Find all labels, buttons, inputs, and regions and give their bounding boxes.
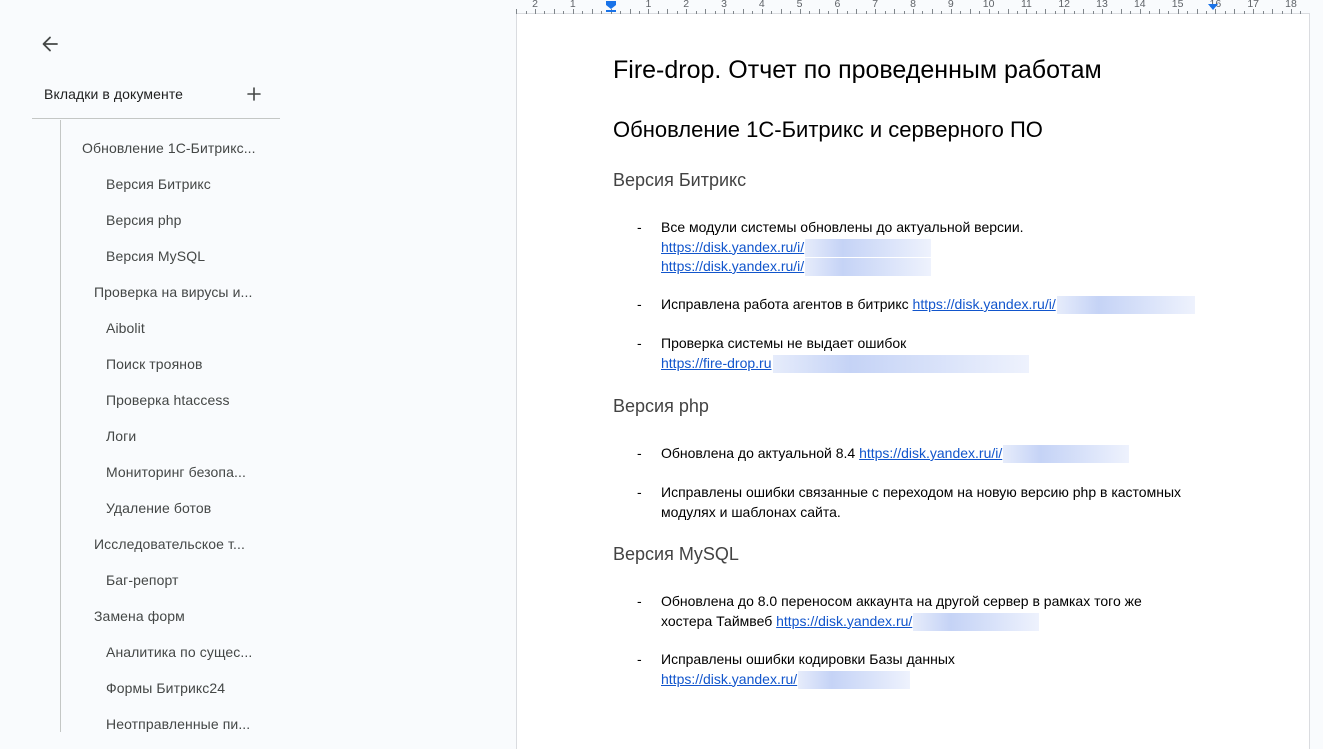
list-item-line: Исправлена работа агентов в битрикс (661, 296, 913, 312)
bullet-dash: - (637, 484, 642, 500)
plus-icon (247, 87, 261, 101)
heading-1: Обновление 1С-Битрикс и серверного ПО (613, 117, 1043, 142)
list-item-text: Обновлена до актуальной 8.4 https://disk… (661, 444, 1213, 464)
outline-item[interactable]: Неотправленные пи... (106, 706, 276, 742)
ruler-scale: 21123456789101112131415161718 (516, 0, 1310, 14)
bullet-dash: - (637, 219, 642, 235)
left-indent-marker-icon[interactable] (605, 0, 617, 12)
arrow-back-icon (42, 36, 58, 52)
outline-item[interactable]: Формы Битрикс24 (106, 670, 276, 706)
list-item-text: Обновлена до 8.0 переносом аккаунта на д… (661, 592, 1213, 631)
redacted-block (772, 354, 1029, 373)
sidebar-title: Вкладки в документе (44, 86, 184, 102)
bullet-dash: - (637, 593, 642, 609)
list-item-line: Все модули системы обновлены до актуальн… (661, 219, 1024, 235)
list-item-line-text: хостера Таймвеб (661, 612, 777, 629)
bullet-dash: - (637, 445, 642, 461)
list-item-line: Обновлена до 8.0 переносом аккаунта на д… (661, 593, 1142, 609)
redacted-block (805, 258, 932, 277)
list-item-text: Исправлена работа агентов в битрикс http… (661, 295, 1213, 315)
outline-item[interactable]: Версия Битрикс (106, 166, 276, 202)
right-gutter (1310, 0, 1323, 749)
list-item-line: https://fire-drop.ru (661, 354, 1213, 374)
outline-item[interactable]: Обновление 1С-Битрикс... (82, 130, 272, 166)
right-indent-marker-icon[interactable] (1207, 0, 1219, 12)
outline-item[interactable]: Версия php (106, 202, 276, 238)
heading-version-bitrix: Версия Битрикс (613, 170, 747, 190)
redacted-block (1003, 445, 1130, 464)
list-item-line: Обновлена до актуальной 8.4 (661, 445, 860, 461)
outline-item[interactable]: Аналитика по сущес... (106, 634, 276, 670)
list-item-text: Проверка системы не выдает ошибок https:… (661, 334, 1213, 373)
outline-item[interactable]: Поиск троянов (106, 346, 276, 382)
heading-version-mysql: Версия MySQL (613, 544, 739, 564)
list-item-line: https://disk.yandex.ru/i/ (661, 257, 1213, 277)
list-item-text: Все модули системы обновлены до актуальн… (661, 218, 1213, 277)
bullet-dash: - (637, 651, 642, 667)
outline-tree-line (60, 120, 61, 732)
list-item-line: https://disk.yandex.ru/i/ (661, 238, 1213, 258)
document-tabs-sidebar: Вкладки в документе Обновление 1С-Битрик… (0, 0, 516, 749)
list-item-text: Исправлены ошибки кодировки Базы данных … (661, 650, 1213, 689)
outline-item[interactable]: Проверка htaccess (106, 382, 276, 418)
yandex-disk-link[interactable]: https://disk.yandex.ru/i/ (661, 258, 804, 274)
redacted-block (798, 670, 911, 689)
sidebar-divider (32, 118, 280, 119)
document-title: Fire-drop. Отчет по проведенным работам (613, 56, 1102, 84)
outline-item[interactable]: Удаление ботов (106, 490, 276, 526)
horizontal-ruler[interactable]: 21123456789101112131415161718 (516, 0, 1310, 14)
outline-item[interactable]: Исследовательское т... (94, 526, 274, 562)
bullet-dash: - (637, 335, 642, 351)
bullet-dash: - (637, 296, 642, 312)
outline-item[interactable]: Aibolit (106, 310, 276, 346)
list-item-text: Исправлены ошибки связанные с переходом … (661, 484, 1182, 520)
site-link[interactable]: https://fire-drop.ru (661, 355, 772, 371)
yandex-disk-link[interactable]: https://disk.yandex.ru/i/ (661, 239, 804, 255)
outline-item[interactable]: Версия MySQL (106, 238, 276, 274)
list-item-line: Исправлены ошибки кодировки Базы данных (661, 651, 955, 667)
outline-item[interactable]: Баг-репорт (106, 562, 276, 598)
add-tab-button[interactable] (244, 82, 264, 106)
outline-item[interactable]: Замена форм (94, 598, 274, 634)
document-page[interactable]: Fire-drop. Отчет по проведенным работам … (516, 14, 1310, 749)
yandex-disk-link[interactable]: https://disk.yandex.ru/i/ (913, 296, 1056, 312)
outline-item[interactable]: Мониторинг безопа... (106, 454, 276, 490)
yandex-disk-link[interactable]: https://disk.yandex.ru/ (776, 613, 912, 629)
redacted-block (913, 612, 1040, 631)
sidebar-panel: Вкладки в документе Обновление 1С-Битрик… (16, 14, 516, 749)
back-button[interactable] (38, 32, 62, 56)
list-item-line: https://disk.yandex.ru/ (661, 670, 1213, 690)
redacted-block (805, 238, 932, 257)
heading-version-php: Версия php (613, 396, 709, 416)
redacted-block (1056, 296, 1195, 315)
outline-item[interactable]: Проверка на вирусы и... (94, 274, 274, 310)
outline-item[interactable]: Логи (106, 418, 276, 454)
list-item-line: Проверка системы не выдает ошибок (661, 335, 907, 351)
yandex-disk-link[interactable]: https://disk.yandex.ru/i/ (859, 445, 1002, 461)
yandex-disk-link[interactable]: https://disk.yandex.ru/ (661, 671, 797, 687)
list-item-line: хостера Таймвеб https://disk.yandex.ru/ (661, 612, 1213, 632)
